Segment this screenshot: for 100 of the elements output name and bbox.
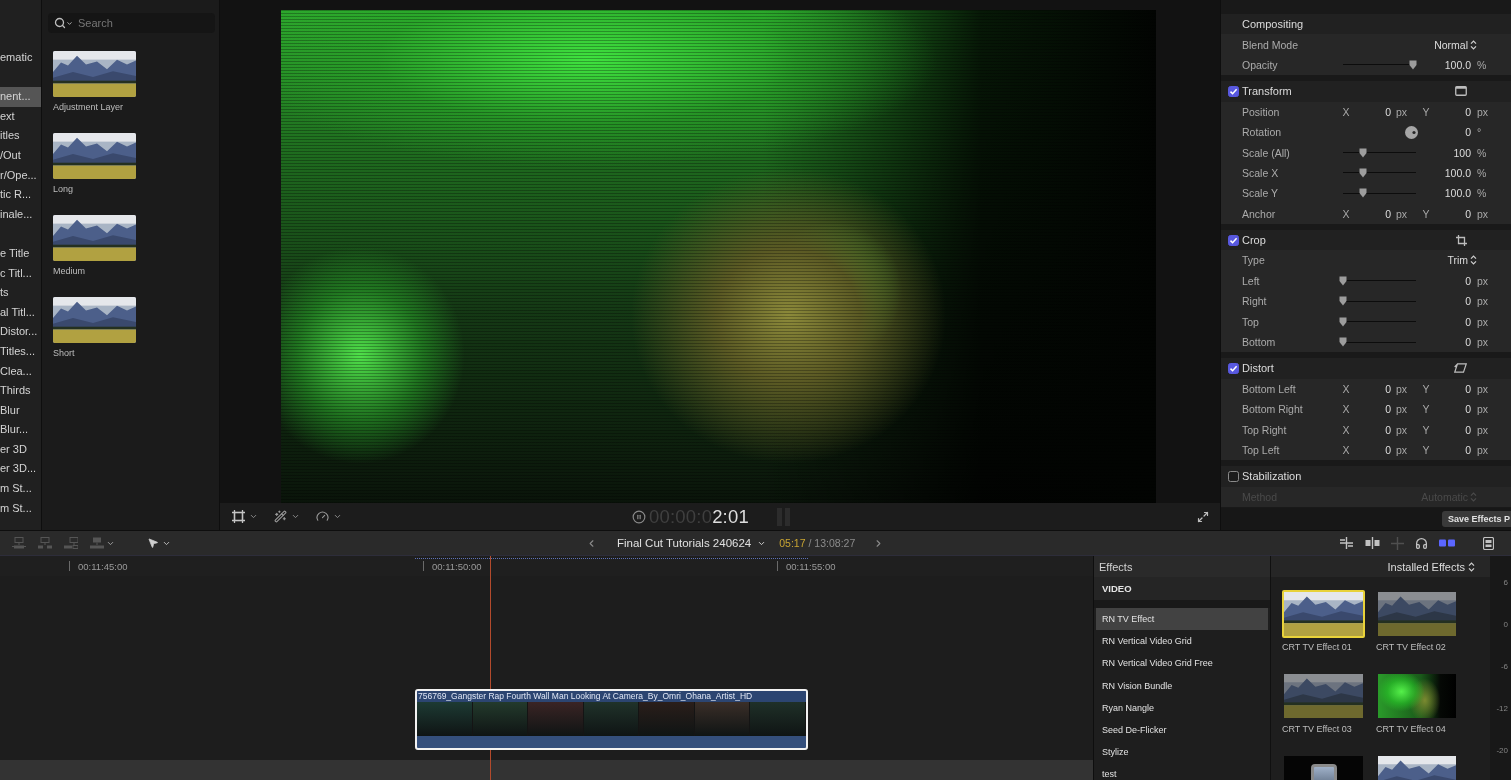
sidebar-item[interactable]: Clea...	[0, 361, 41, 382]
magic-wand-icon[interactable]	[274, 510, 287, 523]
crop-frame-icon[interactable]	[232, 510, 245, 523]
effect-category-item[interactable]: Seed De-Flicker	[1096, 718, 1268, 742]
slider-thumb[interactable]	[1409, 59, 1418, 70]
sidebar-item[interactable]: m St...	[0, 479, 41, 499]
landscape-thumbnail[interactable]	[1282, 672, 1365, 720]
pointer-tool-icon[interactable]	[147, 537, 159, 549]
sidebar-item[interactable]: /Out	[0, 145, 41, 166]
parameter-value[interactable]: 0	[1385, 382, 1391, 395]
sidebar-item[interactable]: m St...	[0, 498, 41, 519]
caret-icon[interactable]	[291, 512, 300, 521]
sidebar-item[interactable]: inale...	[0, 204, 41, 225]
slider-thumb[interactable]	[1358, 147, 1367, 158]
parameter-value[interactable]: 0	[1465, 315, 1471, 328]
sidebar-item[interactable]: Blur...	[0, 420, 41, 440]
sidebar-item[interactable]: c Titl...	[0, 263, 41, 284]
parameter-value[interactable]: 0	[1385, 423, 1391, 436]
sidebar-item[interactable]: ext	[0, 106, 41, 127]
slider-thumb[interactable]	[1339, 337, 1347, 348]
sidebar-item[interactable]: er 3D	[0, 439, 41, 460]
slider-thumb[interactable]	[1339, 316, 1347, 327]
sidebar-item[interactable]: itles	[0, 126, 41, 146]
landscape-thumbnail[interactable]	[1376, 590, 1458, 638]
sidebar-item[interactable]: al Titl...	[0, 302, 41, 323]
video-thumbnail[interactable]	[1376, 672, 1458, 720]
pause-circle-icon[interactable]	[632, 509, 646, 524]
landscape-thumbnail[interactable]	[53, 297, 136, 343]
sidebar-item[interactable]: r/Ope...	[0, 165, 41, 186]
checkbox[interactable]	[1228, 362, 1239, 374]
gauge-icon[interactable]	[316, 510, 329, 523]
playhead-position: 05:17	[779, 537, 806, 549]
landscape-thumbnail[interactable]	[53, 215, 136, 261]
effect-category-item[interactable]: RN Vertical Video Grid	[1096, 630, 1268, 653]
parameter-value[interactable]: 100.0	[1444, 166, 1471, 179]
landscape-thumbnail[interactable]	[53, 51, 136, 97]
checkbox[interactable]	[1228, 470, 1239, 482]
rotation-dial[interactable]	[1405, 125, 1418, 139]
popup-button[interactable]: Trim	[1447, 254, 1477, 267]
sidebar-item[interactable]: er 3D...	[0, 459, 41, 480]
parallelogram-icon[interactable]	[1454, 363, 1467, 374]
parameter-value[interactable]: 0	[1385, 444, 1391, 456]
parameter-value[interactable]: 100.0	[1444, 58, 1471, 71]
sidebar-item[interactable]: e Title	[0, 243, 41, 264]
project-name-button[interactable]: Final Cut Tutorials 240624	[617, 537, 767, 549]
meter-scale-label: 0	[1503, 619, 1508, 630]
caret-icon[interactable]	[249, 512, 258, 521]
sidebar-item[interactable]: ematic	[0, 48, 41, 68]
effect-category-item[interactable]: Ryan Nangle	[1096, 696, 1268, 719]
popup-button[interactable]: Normal	[1434, 38, 1477, 51]
parameter-value[interactable]: 0	[1465, 423, 1471, 436]
filter-popup-button[interactable]: Installed Effects	[1271, 556, 1490, 577]
parameter-value[interactable]: 0	[1465, 105, 1471, 118]
parameter-value[interactable]: 0	[1465, 403, 1471, 416]
parameter-value[interactable]: 0	[1465, 274, 1471, 287]
split-line-icon[interactable]	[1365, 537, 1380, 549]
sidebar-item[interactable]: Blur	[0, 400, 41, 421]
sidebar-item[interactable]: Titles...	[0, 341, 41, 362]
category-header[interactable]: VIDEO	[1094, 577, 1270, 608]
caret-icon[interactable]	[333, 512, 342, 521]
rectangle-icon[interactable]	[1455, 86, 1467, 97]
parameter-value[interactable]: 0	[1465, 382, 1471, 395]
save-effects-button[interactable]: Save Effects P	[1442, 511, 1511, 527]
parameter-value[interactable]: 0	[1465, 444, 1471, 456]
filmstrip-icon[interactable]	[1483, 536, 1494, 550]
landscape-thumbnail[interactable]	[53, 133, 136, 179]
search-field[interactable]: Search	[48, 13, 215, 33]
effect-category-item[interactable]: RN Vision Bundle	[1096, 674, 1268, 697]
sidebar-item[interactable]: Distor...	[0, 322, 41, 342]
slider-thumb[interactable]	[1339, 296, 1347, 307]
fullscreen-icon[interactable]	[1197, 510, 1209, 523]
slider-thumb[interactable]	[1358, 167, 1367, 178]
sidebar-item[interactable]: Thirds	[0, 381, 41, 401]
axis-label: X	[1341, 105, 1351, 118]
headphones-icon[interactable]	[1415, 536, 1428, 550]
video-clip[interactable]: 756769_Gangster Rap Fourth Wall Man Looking At Camera_By_Omri_Ohana_Artist_HD	[415, 689, 808, 750]
sidebar-item[interactable]: ts	[0, 283, 41, 303]
parameter-value[interactable]: 0	[1385, 207, 1391, 220]
parameter-value[interactable]: 100	[1453, 146, 1471, 159]
effect-category-item[interactable]: RN TV Effect	[1096, 608, 1268, 631]
checkbox[interactable]	[1228, 234, 1239, 246]
effect-category-item[interactable]: Stylize	[1096, 741, 1268, 764]
slider-thumb[interactable]	[1339, 275, 1347, 286]
parameter-value[interactable]: 0	[1465, 207, 1471, 220]
effect-category-item[interactable]: RN Vertical Video Grid Free	[1096, 652, 1268, 675]
checkbox[interactable]	[1228, 85, 1239, 97]
sidebar-item[interactable]: nent...	[0, 87, 41, 107]
parameter-value[interactable]: 0	[1465, 295, 1471, 308]
parameter-value[interactable]: 0	[1465, 336, 1471, 349]
parameter-value[interactable]: 100.0	[1444, 187, 1471, 200]
parameter-value[interactable]: 0	[1465, 126, 1471, 139]
landscape-thumbnail[interactable]	[1282, 590, 1365, 638]
crop-frame-icon[interactable]	[1456, 234, 1467, 246]
slider-thumb[interactable]	[1358, 188, 1367, 199]
parameter-value[interactable]: 0	[1385, 105, 1391, 118]
sidebar-item[interactable]: tic R...	[0, 185, 41, 205]
effect-category-item[interactable]: test	[1096, 763, 1268, 780]
ticked-line-icon[interactable]	[1339, 537, 1354, 549]
parameter-value[interactable]: 0	[1385, 403, 1391, 416]
twin-bars-icon[interactable]	[1439, 539, 1455, 547]
